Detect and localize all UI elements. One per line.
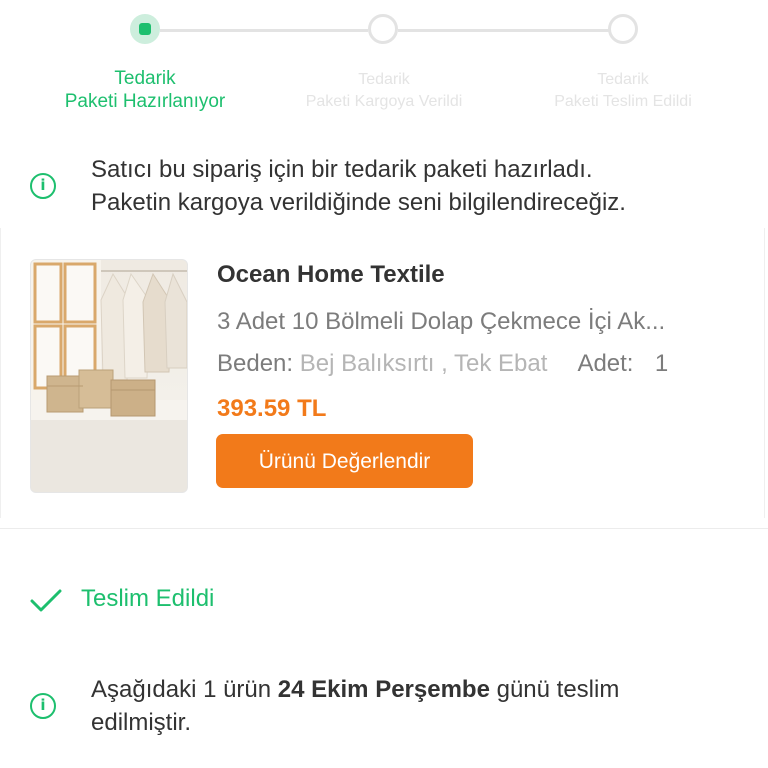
review-product-button[interactable]: Ürünü Değerlendir (216, 434, 473, 488)
delivery-info: i Aşağıdaki 1 ürün 24 Ekim Perşembe günü… (30, 673, 730, 743)
info-line: Paketin kargoya verildiğinde seni bilgil… (91, 189, 626, 216)
step-label-line: Tedarik (597, 71, 649, 88)
supply-package-info: i Satıcı bu sipariş için bir tedarik pak… (30, 153, 730, 223)
product-price: 393.59 TL (217, 395, 327, 422)
info-line: Aşağıdaki 1 ürün 24 Ekim Perşembe günü t… (91, 673, 741, 706)
delivery-prefix: Aşağıdaki 1 ürün (91, 676, 278, 703)
product-variant: Beden: Bej Balıksırtı , Tek Ebat Adet: 1 (217, 350, 668, 378)
delivery-date: 24 Ekim Perşembe (277, 676, 490, 703)
step-label-delivered: Tedarik Paketi Teslim Edildi (513, 69, 733, 113)
info-line: Satıcı bu sipariş için bir tedarik paket… (91, 156, 593, 183)
step-connector-2 (398, 29, 610, 32)
quantity-label: Adet: (577, 350, 634, 377)
product-image[interactable] (30, 259, 188, 493)
step-dot-active (130, 14, 160, 44)
size-label: Beden: (217, 350, 294, 377)
product-photo-illustration (31, 260, 187, 492)
card-border (764, 228, 765, 518)
delivered-label: Teslim Edildi (81, 585, 215, 612)
step-label-shipped: Tedarik Paketi Kargoya Verildi (274, 69, 494, 113)
info-icon: i (30, 693, 56, 719)
info-line: edilmiştir. (91, 709, 192, 736)
quantity-value: 1 (654, 350, 669, 377)
step-dot-pending (368, 14, 398, 44)
info-icon: i (30, 173, 56, 199)
product-brand[interactable]: Ocean Home Textile (217, 261, 445, 289)
delivery-suffix: günü teslim (489, 676, 620, 703)
step-dot-pending (608, 14, 638, 44)
step-label-preparing: Tedarik Paketi Hazırlanıyor (35, 67, 255, 113)
supply-info-text: Satıcı bu sipariş için bir tedarik paket… (91, 153, 741, 219)
product-card: Ocean Home Textile 3 Adet 10 Bölmeli Dol… (0, 228, 768, 529)
delivery-info-text: Aşağıdaki 1 ürün 24 Ekim Perşembe günü t… (91, 673, 741, 739)
step-label-line: Paketi Kargoya Verildi (305, 93, 463, 110)
step-label-line: Paketi Teslim Edildi (554, 93, 692, 110)
step-label-line: Tedarik (358, 71, 410, 88)
step-label-line: Tedarik (114, 68, 176, 89)
size-value: Bej Balıksırtı , Tek Ebat (299, 350, 548, 377)
step-connector-1 (160, 29, 368, 32)
order-progress-stepper: Tedarik Paketi Hazırlanıyor Tedarik Pake… (0, 0, 768, 130)
product-name[interactable]: 3 Adet 10 Bölmeli Dolap Çekmece İçi Ak..… (217, 308, 737, 336)
check-icon (30, 589, 62, 612)
step-label-line: Paketi Hazırlanıyor (64, 91, 226, 112)
card-border (0, 228, 1, 518)
